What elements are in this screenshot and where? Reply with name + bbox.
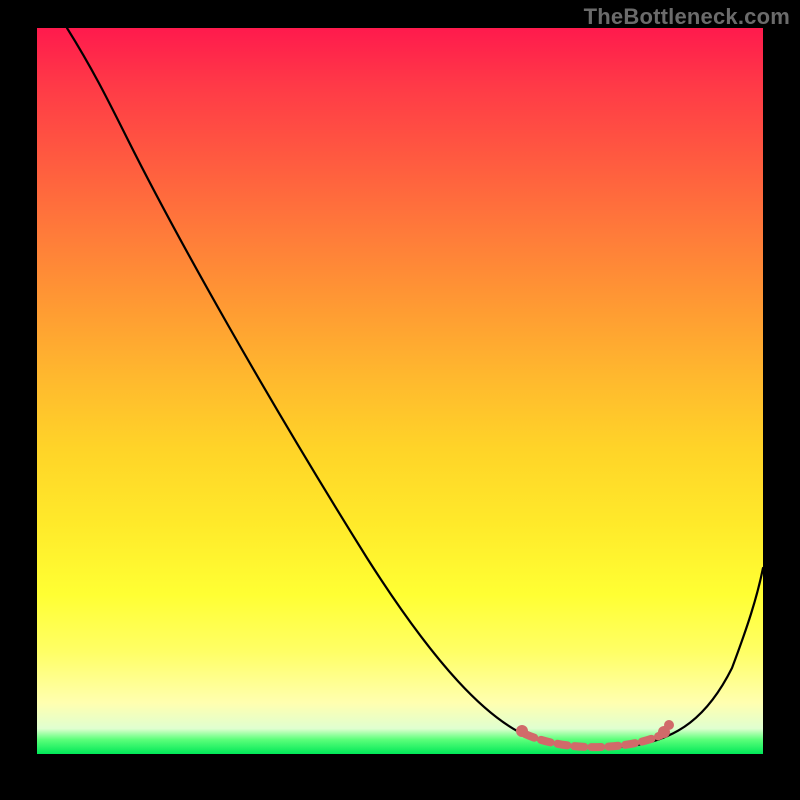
bottleneck-curve-svg bbox=[37, 28, 763, 754]
optimal-start-marker bbox=[516, 725, 528, 737]
watermark-text: TheBottleneck.com bbox=[584, 4, 790, 30]
optimal-end-marker-2 bbox=[664, 720, 674, 730]
chart-frame: TheBottleneck.com bbox=[0, 0, 800, 800]
optimal-band bbox=[525, 734, 661, 747]
curve-path bbox=[67, 28, 763, 748]
